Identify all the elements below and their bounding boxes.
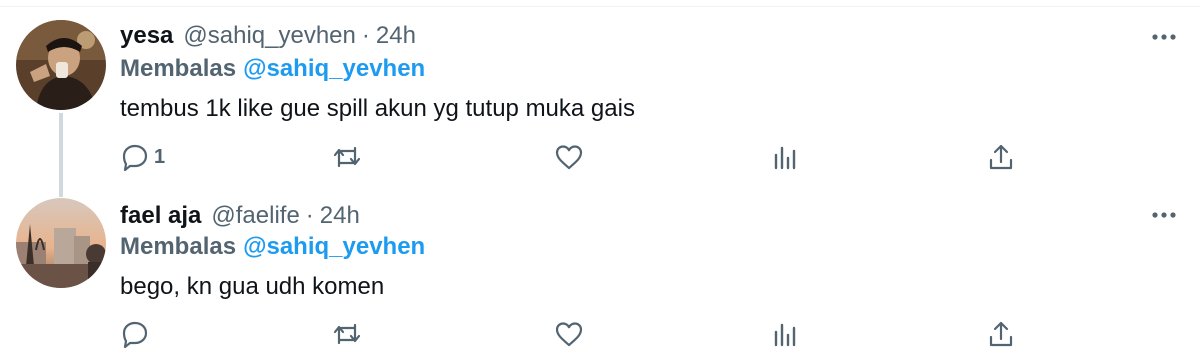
share-button[interactable] xyxy=(984,314,1018,354)
reply-count: 1 xyxy=(154,145,166,168)
like-icon xyxy=(555,322,583,347)
timestamp[interactable]: 24h xyxy=(376,22,416,50)
avatar[interactable] xyxy=(16,20,106,110)
retweet-button[interactable] xyxy=(330,137,364,177)
reply-button[interactable]: 1 xyxy=(118,137,165,177)
stats-icon xyxy=(774,323,796,347)
tweet-header: fael aja @faelife · 24h xyxy=(120,202,360,230)
replying-to: Membalas @sahiq_yevhen xyxy=(120,233,425,261)
reply-button[interactable] xyxy=(118,314,154,354)
reply-mention-link[interactable]: @sahiq_yevhen xyxy=(243,233,425,260)
reply-icon xyxy=(122,321,148,349)
display-name[interactable]: fael aja xyxy=(120,202,201,230)
analytics-button[interactable] xyxy=(768,137,802,177)
replying-to-label: Membalas xyxy=(120,233,237,260)
reply-icon xyxy=(122,144,148,172)
retweet-button[interactable] xyxy=(330,314,364,354)
user-handle[interactable]: @sahiq_yevhen xyxy=(183,22,355,50)
action-bar: 1 xyxy=(0,137,1200,177)
separator-dot: · xyxy=(361,22,370,49)
tweet-header: yesa @sahiq_yevhen · 24h xyxy=(120,22,416,50)
analytics-button[interactable] xyxy=(768,314,802,354)
share-icon xyxy=(989,144,1013,170)
action-bar xyxy=(0,314,1200,354)
separator-dot: · xyxy=(305,202,314,229)
tweet-text: bego, kn gua udh komen xyxy=(120,273,385,300)
retweet-icon xyxy=(333,146,361,168)
like-button[interactable] xyxy=(552,314,586,354)
replying-to-label: Membalas xyxy=(120,55,237,82)
more-icon[interactable] xyxy=(1150,208,1178,222)
like-button[interactable] xyxy=(552,137,586,177)
reply-tweet-1[interactable]: yesa @sahiq_yevhen · 24h Membalas @sahiq_… xyxy=(0,0,1200,197)
reply-mention-link[interactable]: @sahiq_yevhen xyxy=(243,55,425,82)
display-name[interactable]: yesa xyxy=(120,22,173,50)
stats-icon xyxy=(774,146,796,170)
timestamp[interactable]: 24h xyxy=(320,202,360,230)
tweet-text: tembus 1k like gue spill akun yg tutup m… xyxy=(120,95,635,122)
retweet-icon xyxy=(333,323,361,345)
more-icon[interactable] xyxy=(1150,30,1178,44)
share-button[interactable] xyxy=(984,137,1018,177)
share-icon xyxy=(989,321,1013,347)
user-handle[interactable]: @faelife xyxy=(211,202,299,230)
like-icon xyxy=(555,145,583,170)
avatar[interactable] xyxy=(16,198,106,288)
replying-to: Membalas @sahiq_yevhen xyxy=(120,55,425,83)
reply-tweet-2[interactable]: fael aja @faelife · 24h Membalas @sahiq_y… xyxy=(0,190,1200,362)
